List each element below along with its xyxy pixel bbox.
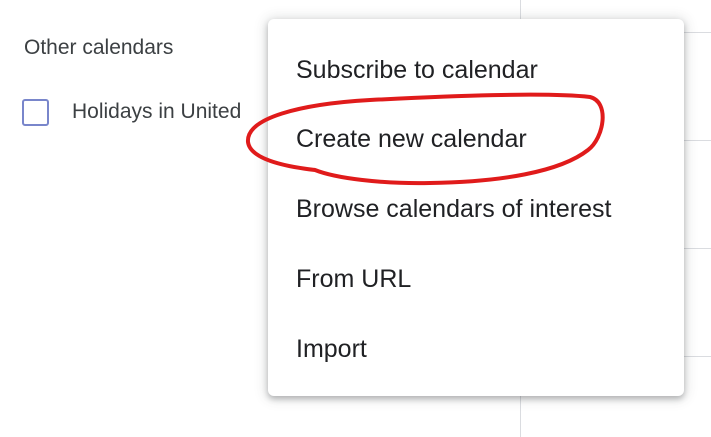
menu-item-subscribe-to-calendar[interactable]: Subscribe to calendar xyxy=(268,35,684,105)
menu-item-browse-calendars-of-interest[interactable]: Browse calendars of interest xyxy=(268,174,684,244)
calendar-grid-line-horizontal xyxy=(684,32,711,33)
calendar-list-item-holidays[interactable]: Holidays in United xyxy=(20,96,280,130)
calendar-checkbox[interactable] xyxy=(22,99,49,126)
menu-item-import[interactable]: Import xyxy=(268,314,684,384)
menu-item-from-url[interactable]: From URL xyxy=(268,244,684,314)
calendar-grid-line-horizontal xyxy=(684,140,711,141)
other-calendars-heading[interactable]: Other calendars xyxy=(24,36,173,60)
calendar-list-item-label: Holidays in United xyxy=(72,100,242,123)
calendar-grid-line-horizontal xyxy=(684,356,711,357)
add-calendar-menu: Subscribe to calendar Create new calenda… xyxy=(268,19,684,396)
calendar-grid-line-horizontal xyxy=(684,248,711,249)
menu-item-create-new-calendar[interactable]: Create new calendar xyxy=(268,104,684,174)
